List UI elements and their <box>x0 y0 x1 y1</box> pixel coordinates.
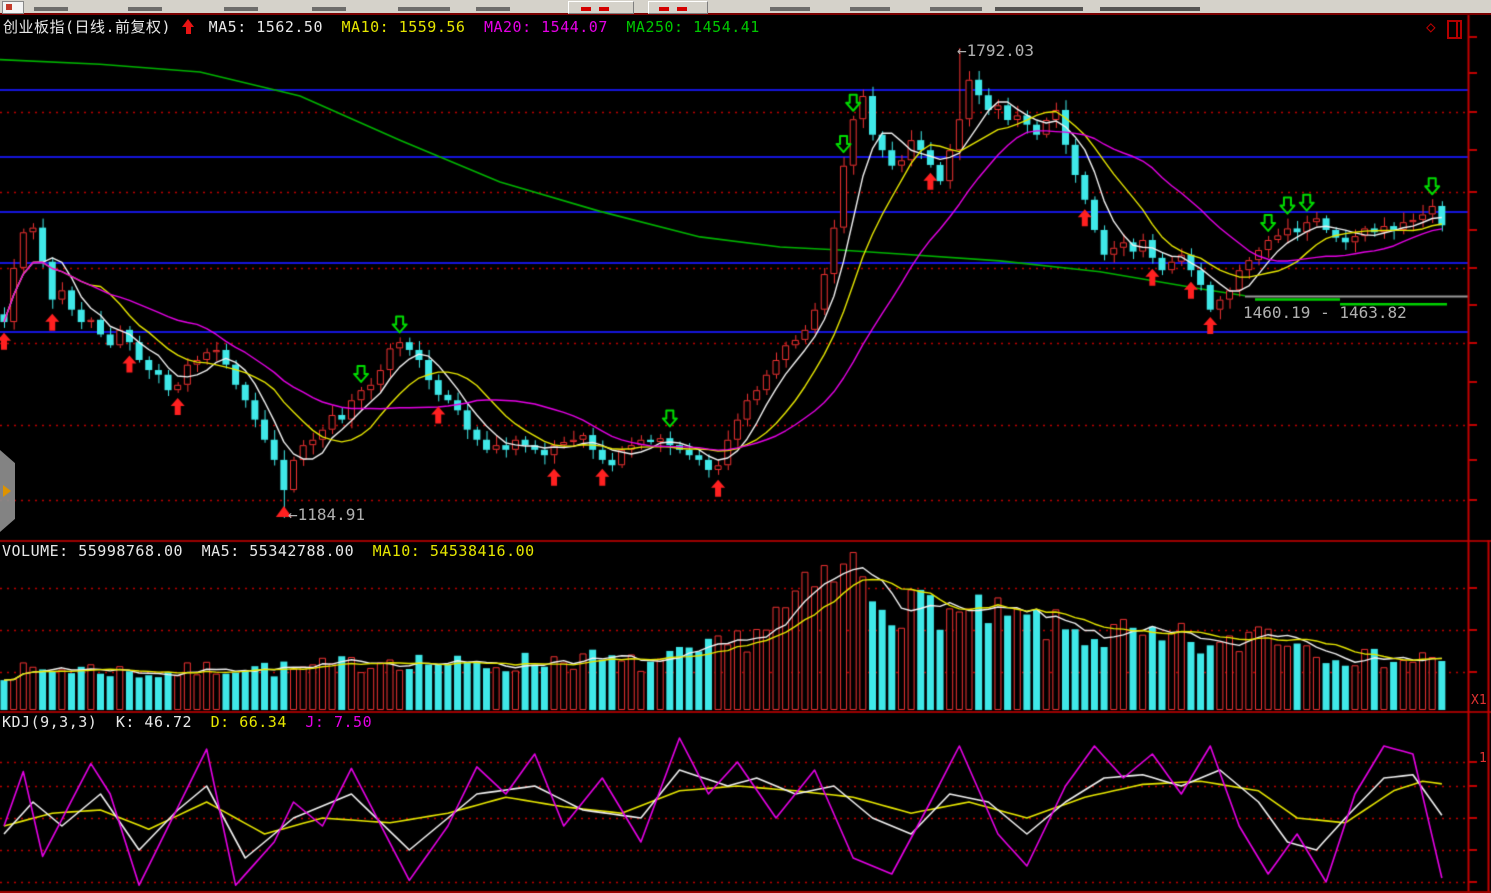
range-annotation: 1460.19 - 1463.82 <box>1243 303 1407 322</box>
toolbar-button-1[interactable] <box>568 1 634 14</box>
toolbar-button-2-label <box>659 7 669 11</box>
menu-item[interactable] <box>398 7 450 11</box>
symbol-label: 创业板指(日线.前复权) <box>3 16 171 37</box>
diamond-icon[interactable]: ◇ <box>1426 17 1436 36</box>
menu-item[interactable] <box>224 7 258 11</box>
menu-item[interactable] <box>930 7 982 11</box>
chart-canvas[interactable] <box>0 0 1491 893</box>
menu-item[interactable] <box>128 7 162 11</box>
volume-ma10-label: MA10: 54538416.00 <box>373 542 535 560</box>
sidebar-handle[interactable] <box>0 450 15 532</box>
kdj-d-label: D: 66.34 <box>211 713 287 731</box>
menu-item[interactable] <box>312 7 346 11</box>
window-layout-icon[interactable] <box>1447 20 1462 39</box>
toolbar-button-1-label <box>581 7 591 11</box>
ma250-label: MA250: 1454.41 <box>626 18 759 36</box>
up-arrow-icon <box>182 19 195 34</box>
ma10-label: MA10: 1559.56 <box>342 18 466 36</box>
kdj-header: KDJ(9,3,3) K: 46.72 D: 66.34 J: 7.50 <box>2 713 381 731</box>
expand-arrow-icon <box>3 485 11 497</box>
low-price-annotation: ←1184.91 <box>288 505 365 524</box>
toolbar-button-2-label <box>677 7 687 11</box>
volume-header: VOLUME: 55998768.00 MA5: 55342788.00 MA1… <box>2 542 544 560</box>
kdj-title-label: KDJ(9,3,3) <box>2 713 97 731</box>
kdj-k-label: K: 46.72 <box>116 713 192 731</box>
ma5-label: MA5: 1562.50 <box>209 18 323 36</box>
trading-app-window: 创业板指(日线.前复权) MA5: 1562.50 MA10: 1559.56 … <box>0 0 1491 893</box>
menu-bar <box>0 0 1491 15</box>
menu-item[interactable] <box>995 7 1083 11</box>
toolbar-button-1-label <box>599 7 609 11</box>
toolbar-button-2[interactable] <box>648 1 708 14</box>
kdj-axis-label: 1 <box>1479 751 1487 766</box>
menu-item[interactable] <box>34 7 68 11</box>
main-chart-header: 创业板指(日线.前复权) MA5: 1562.50 MA10: 1559.56 … <box>3 16 769 37</box>
menu-item[interactable] <box>770 7 810 11</box>
volume-label: VOLUME: 55998768.00 <box>2 542 183 560</box>
volume-axis-label: X1 <box>1471 693 1487 708</box>
menu-item[interactable] <box>1100 7 1200 11</box>
app-icon[interactable] <box>2 1 24 14</box>
menu-item[interactable] <box>850 7 890 11</box>
menu-item[interactable] <box>476 7 510 11</box>
volume-ma5-label: MA5: 55342788.00 <box>202 542 355 560</box>
ma20-label: MA20: 1544.07 <box>484 18 608 36</box>
kdj-j-label: J: 7.50 <box>305 713 372 731</box>
high-price-annotation: ←1792.03 <box>957 41 1034 60</box>
